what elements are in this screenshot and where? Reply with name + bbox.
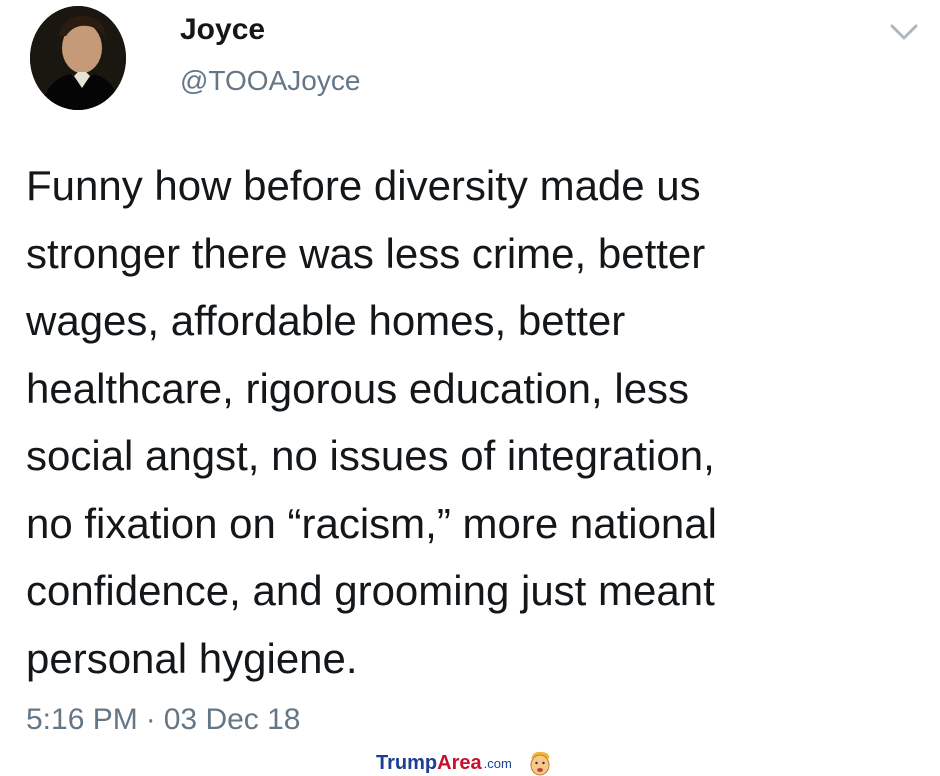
tweet-text-line: social angst, no issues of integration,	[26, 432, 715, 479]
tweet-card: Joyce @TOOAJoyce Funny how before divers…	[0, 0, 940, 776]
tweet-time: 5:16 PM	[26, 703, 138, 736]
cartoon-face-icon	[530, 751, 550, 776]
chevron-down-icon[interactable]	[884, 14, 924, 48]
tweet-text-line: stronger there was less crime, better	[26, 229, 706, 277]
avatar[interactable]	[30, 6, 126, 110]
separator: ·	[145, 703, 156, 736]
watermark-trump: Trump	[376, 751, 438, 774]
tweet-text-line: no fixation on “racism,” more national	[26, 499, 717, 547]
user-handle[interactable]: @TOOAJoyce	[180, 64, 360, 98]
watermark: Trump Area .com	[376, 750, 554, 776]
watermark-area: Area	[437, 751, 482, 774]
tweet-text: Funny how before diversity made us stron…	[26, 152, 926, 692]
tweet-text-line: healthcare, rigorous education, less	[26, 364, 690, 412]
tweet-text-line: personal hygiene.	[26, 634, 358, 682]
portrait-avatar-icon	[30, 6, 126, 110]
tweet-text-line: wages, affordable homes, better	[26, 297, 626, 344]
display-name[interactable]: Joyce	[180, 12, 265, 48]
tweet-text-line: Funny how before diversity made us	[26, 162, 701, 209]
tweet-timestamp[interactable]: 5:16 PM · 03 Dec 18	[26, 700, 301, 740]
tweet-text-line: confidence, and grooming just meant	[26, 567, 715, 614]
tweet-date: 03 Dec 18	[163, 703, 301, 736]
watermark-suffix: .com	[483, 755, 512, 771]
